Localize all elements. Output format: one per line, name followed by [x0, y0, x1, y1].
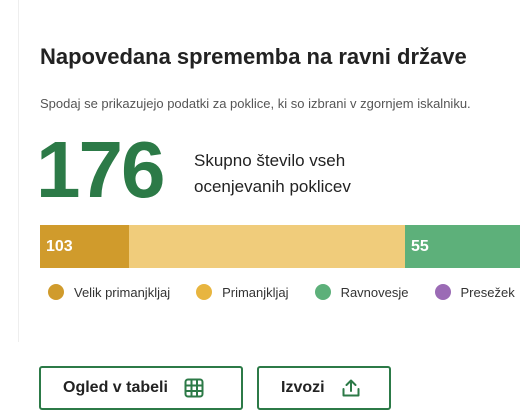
- legend-label: Velik primanjkljaj: [74, 284, 171, 300]
- export-label: Izvozi: [281, 379, 325, 396]
- legend-item-ravnovesje: Ravnovesje: [314, 284, 409, 300]
- view-table-label: Ogled v tabeli: [63, 379, 168, 396]
- view-table-button[interactable]: Ogled v tabeli: [39, 366, 243, 410]
- legend-item-velik-primanjkljaj: Velik primanjkljaj: [48, 284, 170, 300]
- bar-segment-primanjkljaj[interactable]: [129, 225, 405, 268]
- divider: [18, 0, 19, 342]
- legend-dot: [196, 284, 213, 300]
- legend-item-presezek: Presežek: [434, 284, 515, 300]
- legend-dot: [434, 284, 451, 300]
- legend-dot: [48, 284, 64, 300]
- bar-segment-ravnovesje[interactable]: 55: [405, 225, 520, 268]
- table-grid-icon: [184, 378, 204, 398]
- total-count-label: Skupno število vseh ocenjevanih poklicev: [194, 151, 351, 196]
- legend-dot: [314, 284, 331, 300]
- card-subtitle: Spodaj se prikazujejo podatki za poklice…: [40, 96, 471, 111]
- stacked-bar: 103 55: [40, 225, 520, 268]
- bar-segment-velik-primanjkljaj[interactable]: 103: [40, 225, 129, 268]
- upload-icon: [341, 378, 361, 398]
- total-count: 176: [36, 125, 165, 214]
- legend-label: Presežek: [460, 284, 515, 300]
- forecast-card: Napovedana sprememba na ravni države Spo…: [0, 0, 520, 416]
- bar-segment-value: 103: [46, 237, 73, 255]
- card-title: Napovedana sprememba na ravni države: [40, 44, 467, 69]
- legend-label: Ravnovesje: [340, 284, 409, 300]
- legend-item-primanjkljaj: Primanjkljaj: [196, 284, 289, 300]
- legend: Velik primanjkljaj Primanjkljaj Ravnoves…: [48, 284, 520, 300]
- legend-label: Primanjkljaj: [222, 284, 289, 300]
- bar-segment-value: 55: [411, 237, 429, 255]
- export-button[interactable]: Izvozi: [257, 366, 391, 410]
